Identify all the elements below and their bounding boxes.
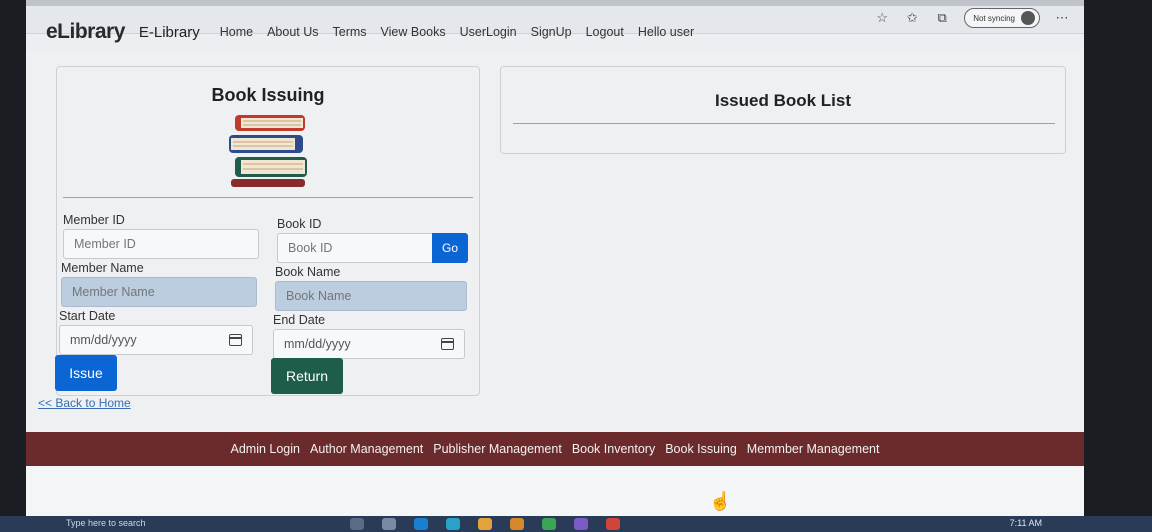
nav-link-view-books[interactable]: View Books [381, 25, 446, 39]
start-date-label: Start Date [59, 309, 116, 323]
divider [513, 123, 1055, 124]
screen: ☆ ✩ ⧉ Not syncing ⋯ eLibrary E-Library H… [26, 0, 1084, 516]
page-title: Book Issuing [211, 85, 325, 105]
footer-link-book-inventory[interactable]: Book Inventory [572, 442, 655, 456]
issued-book-list-card: Issued Book List [500, 66, 1066, 154]
calendar-icon[interactable] [229, 334, 242, 346]
app-icon[interactable] [606, 518, 620, 530]
return-button[interactable]: Return [271, 358, 343, 394]
page-content: Book Issuing Member ID Book ID [26, 52, 1084, 432]
taskbar-clock: 7:11 AM [1009, 518, 1042, 528]
nav-link-signup[interactable]: SignUp [531, 25, 572, 39]
taskbar-search[interactable]: Type here to search [66, 518, 146, 528]
end-date-placeholder: mm/dd/yyyy [284, 337, 351, 351]
nav-link-user-login[interactable]: UserLogin [460, 25, 517, 39]
edge-icon[interactable] [414, 518, 428, 530]
widgets-icon[interactable] [382, 518, 396, 530]
nav-link-terms[interactable]: Terms [333, 25, 367, 39]
divider [63, 197, 473, 198]
start-date-placeholder: mm/dd/yyyy [70, 333, 137, 347]
member-name-field [61, 277, 257, 307]
footer-link-admin-login[interactable]: Admin Login [231, 442, 301, 456]
book-name-field [275, 281, 467, 311]
visual-studio-icon[interactable] [574, 518, 588, 530]
back-to-home-link[interactable]: << Back to Home [38, 396, 131, 410]
store-icon[interactable] [510, 518, 524, 530]
brand-logo[interactable]: eLibrary [46, 20, 125, 44]
tab-strip [26, 0, 1084, 6]
calendar-icon[interactable] [441, 338, 454, 350]
go-button[interactable]: Go [432, 233, 468, 263]
nav-link-logout[interactable]: Logout [586, 25, 624, 39]
admin-footer: Admin Login Author Management Publisher … [26, 432, 1084, 466]
taskbar-apps [350, 518, 620, 530]
member-id-input[interactable] [63, 229, 259, 259]
page-bottom [26, 466, 1084, 516]
books-icon [229, 115, 307, 187]
task-view-icon[interactable] [350, 518, 364, 530]
end-date-label: End Date [273, 313, 326, 327]
brand-name[interactable]: E-Library [139, 24, 200, 41]
end-date-input[interactable]: mm/dd/yyyy [273, 329, 465, 359]
member-id-label: Member ID [63, 213, 125, 227]
nav-link-about[interactable]: About Us [267, 25, 318, 39]
issued-list-title: Issued Book List [714, 91, 852, 110]
hand-cursor-icon: ☝ [709, 491, 732, 511]
start-date-input[interactable]: mm/dd/yyyy [59, 325, 253, 355]
os-taskbar: Type here to search 7:11 AM [0, 516, 1152, 532]
footer-link-author-management[interactable]: Author Management [310, 442, 423, 456]
footer-link-book-issuing[interactable]: Book Issuing [665, 442, 737, 456]
book-name-label: Book Name [275, 265, 341, 279]
site-navbar: eLibrary E-Library Home About Us Terms V… [46, 12, 1076, 52]
book-id-input[interactable] [277, 233, 433, 263]
browser-icon[interactable] [446, 518, 460, 530]
footer-link-member-management[interactable]: Memmber Management [747, 442, 880, 456]
issue-button[interactable]: Issue [55, 355, 117, 391]
member-name-label: Member Name [61, 261, 144, 275]
footer-link-publisher-management[interactable]: Publisher Management [433, 442, 562, 456]
file-explorer-icon[interactable] [478, 518, 492, 530]
book-issuing-card: Book Issuing Member ID Book ID [55, 66, 480, 396]
chrome-icon[interactable] [542, 518, 556, 530]
nav-link-home[interactable]: Home [220, 25, 253, 39]
nav-link-hello-user[interactable]: Hello user [638, 25, 694, 39]
book-id-label: Book ID [277, 217, 322, 231]
